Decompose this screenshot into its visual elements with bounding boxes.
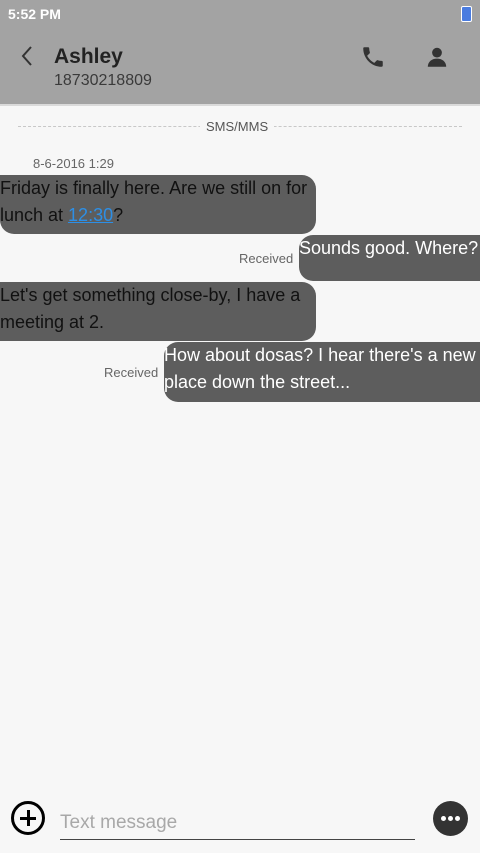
composer-bar bbox=[0, 796, 480, 853]
battery-icon bbox=[461, 6, 472, 22]
message-text: Friday is finally here. Are we still on … bbox=[0, 178, 308, 225]
status-bar: 5:52 PM bbox=[0, 0, 480, 28]
back-arrow-icon[interactable] bbox=[14, 42, 42, 70]
message-input[interactable] bbox=[60, 806, 415, 840]
contact-number: 18730218809 bbox=[54, 72, 152, 89]
app-bar-divider bbox=[0, 104, 480, 106]
phone-icon[interactable] bbox=[360, 44, 386, 70]
message-bubble-incoming[interactable]: Friday is finally here. Are we still on … bbox=[0, 175, 316, 234]
message-text: Sounds good. Where? bbox=[299, 238, 479, 258]
more-icon[interactable] bbox=[433, 801, 468, 836]
status-time: 5:52 PM bbox=[8, 6, 61, 22]
app-bar: Ashley 18730218809 bbox=[0, 28, 480, 104]
message-text: How about dosas? I hear there's a new pl… bbox=[164, 345, 476, 392]
message-text: ? bbox=[113, 205, 124, 225]
message-bubble-outgoing[interactable]: How about dosas? I hear there's a new pl… bbox=[164, 342, 480, 402]
more-icon-dot bbox=[441, 816, 446, 821]
channel-label: SMS/MMS bbox=[200, 119, 275, 134]
add-icon-bar bbox=[26, 810, 30, 826]
message-bubble-incoming[interactable]: Let's get something close-by, I have a m… bbox=[0, 282, 316, 341]
contact-name: Ashley bbox=[54, 45, 123, 68]
person-icon[interactable] bbox=[424, 44, 450, 70]
message-status: Received bbox=[104, 365, 159, 380]
message-date: 8-6-2016 1:29 bbox=[33, 156, 114, 171]
add-icon[interactable] bbox=[11, 801, 45, 835]
message-bubble-outgoing[interactable]: Sounds good. Where? bbox=[299, 235, 480, 281]
more-icon-dot bbox=[455, 816, 460, 821]
message-status: Received bbox=[239, 251, 294, 266]
message-text: Let's get something close-by, I have a m… bbox=[0, 285, 301, 332]
more-icon-dot bbox=[448, 816, 453, 821]
time-link[interactable]: 12:30 bbox=[68, 205, 113, 225]
